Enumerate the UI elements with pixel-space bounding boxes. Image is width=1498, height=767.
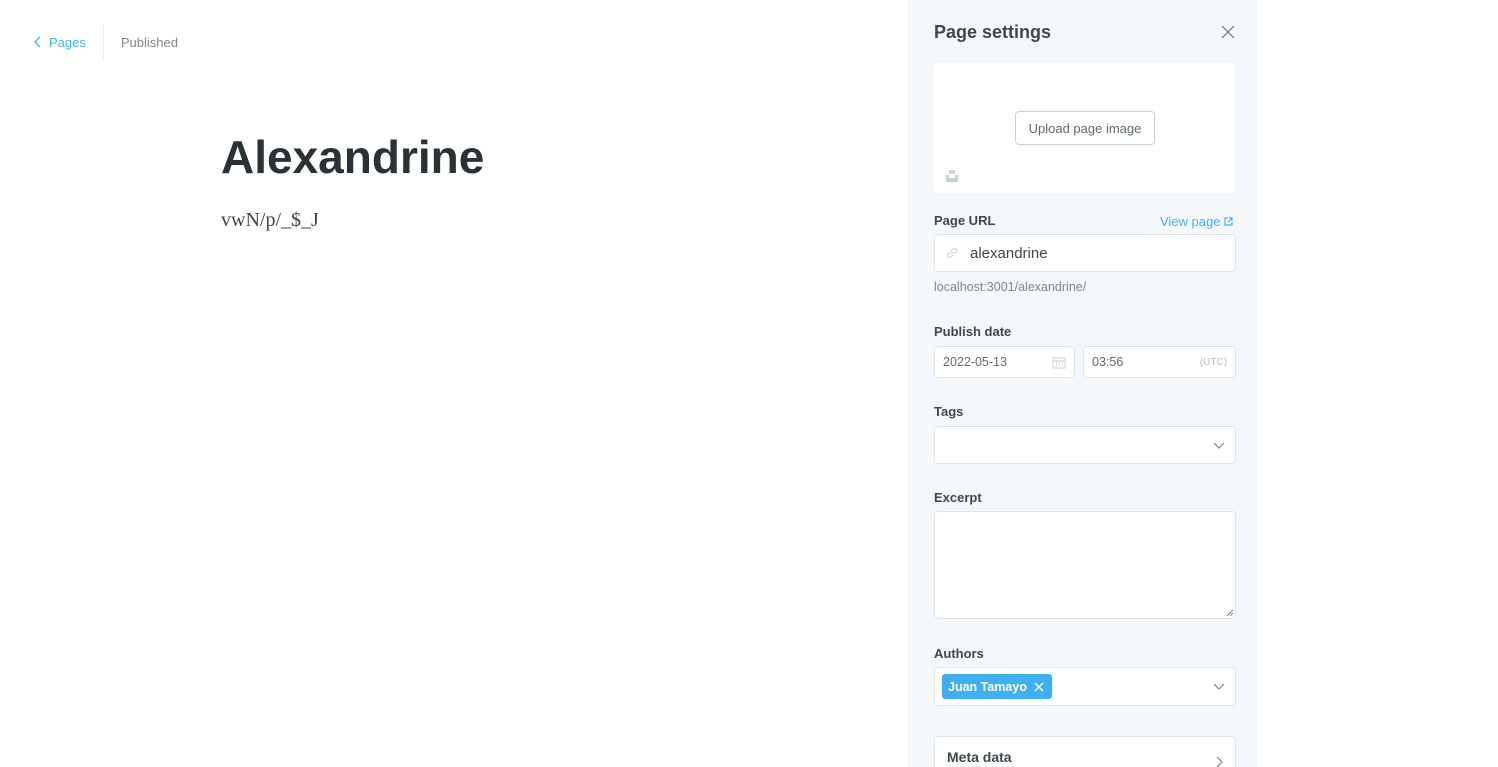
timezone-label: (UTC) [1199,356,1227,368]
resize-grip-icon[interactable] [1225,608,1234,617]
page-url-preview: localhost:3001/alexandrine/ [934,280,1087,294]
calendar-icon[interactable] [1052,356,1066,369]
unsplash-icon[interactable] [945,169,959,183]
page-url-label: Page URL [934,213,996,228]
chevron-right-icon [1216,756,1223,767]
chevron-left-icon [34,36,41,48]
meta-data-item[interactable]: Meta data [934,736,1236,767]
panel-header: Page settings [934,20,1236,44]
panel-title: Page settings [934,21,1052,42]
page-url-input[interactable]: alexandrine [934,234,1236,272]
authors-label: Authors [934,646,984,661]
page-title[interactable]: Alexandrine [221,130,484,184]
top-nav: Pages Published [33,24,178,60]
link-icon [946,247,958,259]
excerpt-label: Excerpt [934,490,982,505]
publish-time-value: 03:56 [1092,355,1124,369]
author-name: Juan Tamayo [948,679,1027,694]
page-settings-panel: Page settings Upload page image Page URL… [908,0,1258,767]
chevron-down-icon [1213,442,1225,449]
meta-data-label: Meta data [947,749,1012,765]
excerpt-textarea[interactable] [934,511,1236,619]
publish-date-label: Publish date [934,324,1012,339]
back-to-pages-link[interactable]: Pages [33,24,103,60]
publish-time-input[interactable]: 03:56 (UTC) [1083,346,1236,378]
close-icon[interactable] [1220,24,1236,40]
back-link-label: Pages [49,34,86,50]
page-url-value: alexandrine [970,244,1048,262]
publish-date-input[interactable]: 2022-05-13 [934,346,1075,378]
tags-label: Tags [934,404,964,419]
page-image-dropzone[interactable]: Upload page image [934,63,1235,193]
publish-date-value: 2022-05-13 [943,355,1007,369]
remove-icon[interactable] [1034,682,1044,692]
status-label: Published [120,34,178,50]
upload-page-image-button[interactable]: Upload page image [1015,111,1155,145]
view-page-link[interactable]: View page [1160,214,1234,229]
author-token[interactable]: Juan Tamayo [942,674,1052,699]
authors-select[interactable]: Juan Tamayo [934,667,1236,706]
tags-select[interactable] [934,426,1236,464]
page-body[interactable]: vwN/p/_$_J [221,209,319,232]
view-page-label: View page [1160,214,1221,229]
chevron-down-icon [1213,683,1225,690]
external-link-icon [1224,217,1234,226]
